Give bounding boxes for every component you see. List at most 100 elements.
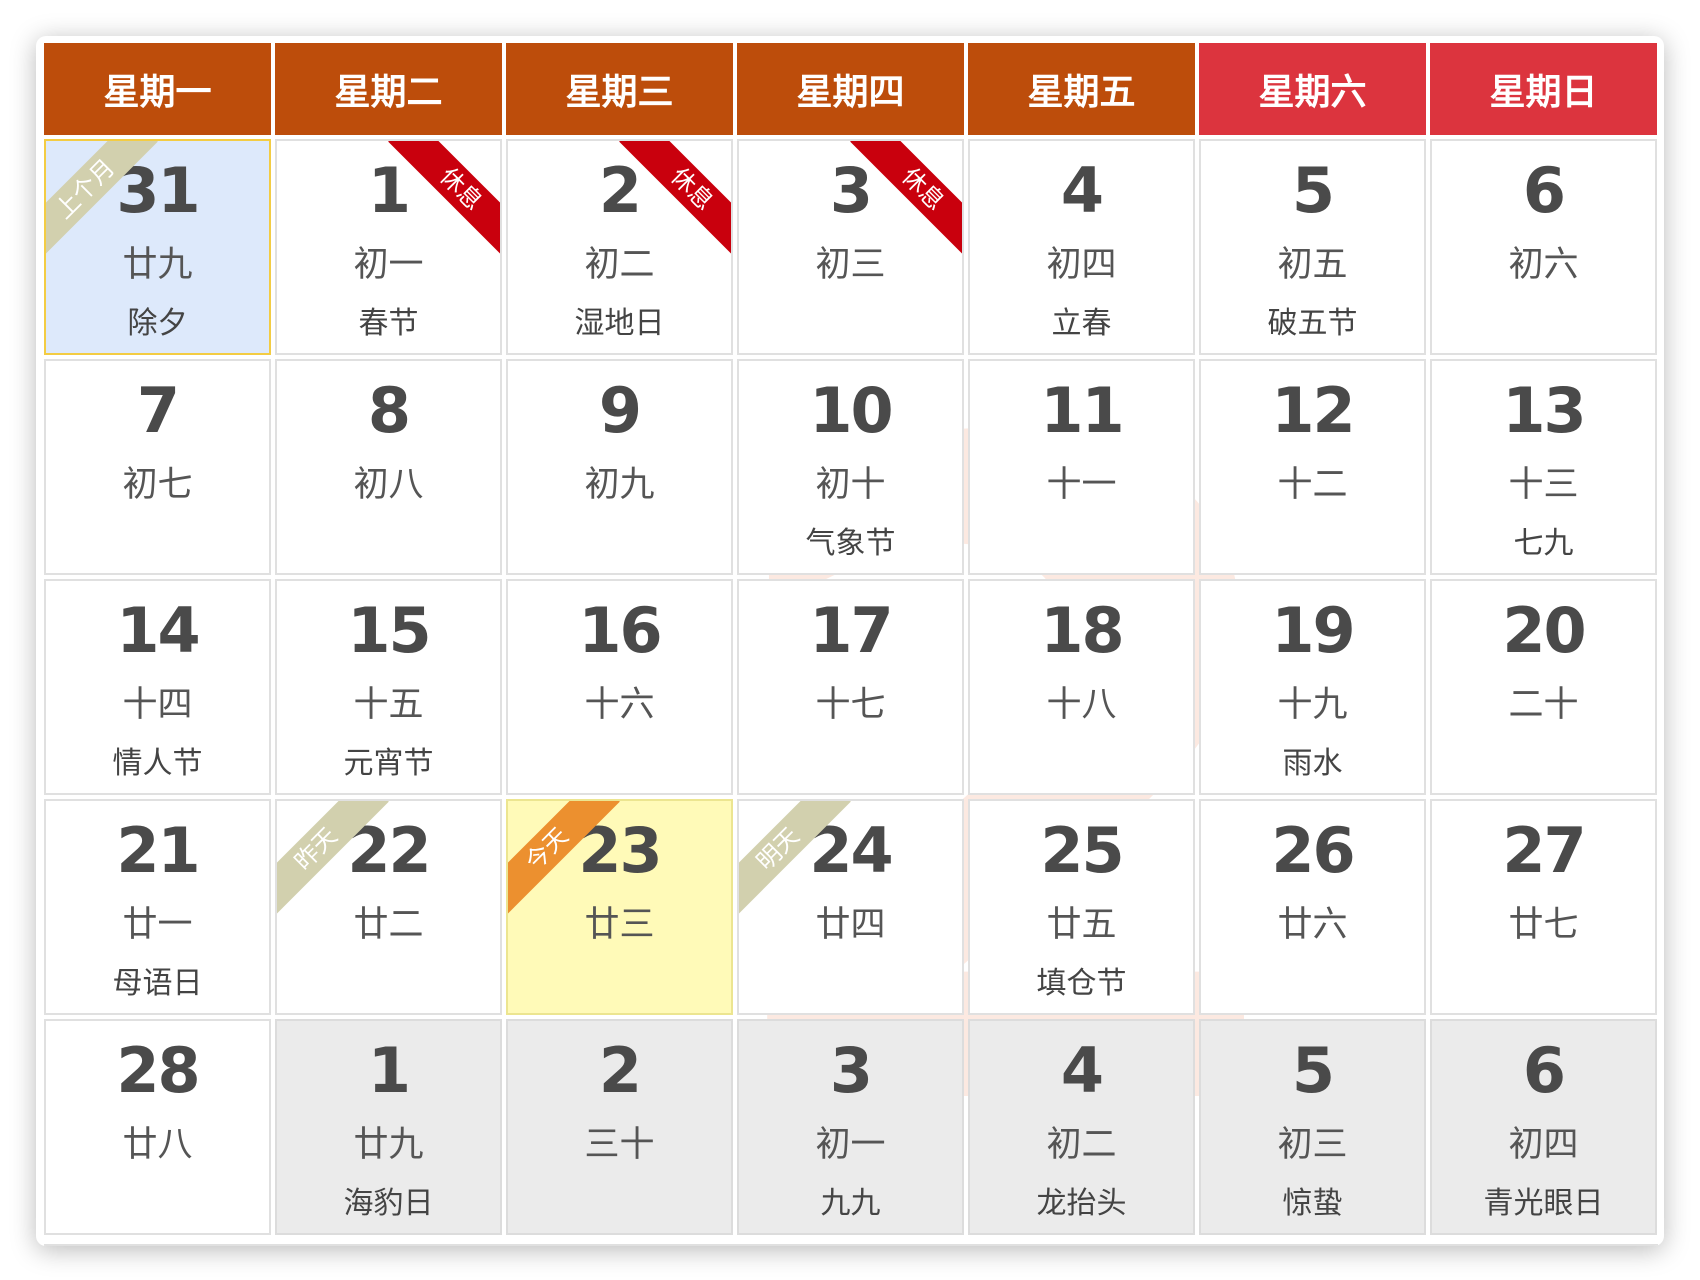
lunar-date: 十二 [1277, 465, 1348, 505]
day-cell[interactable]: 26 廿六 [1199, 799, 1426, 1015]
lunar-date: 初三 [815, 245, 886, 285]
lunar-date: 廿五 [1046, 905, 1117, 945]
day-cell[interactable]: 20 二十 [1430, 579, 1657, 795]
lunar-date: 十七 [815, 685, 886, 725]
day-number: 8 [367, 374, 411, 447]
day-cell[interactable]: 28 廿八 [44, 1019, 271, 1235]
day-number: 2 [598, 1034, 642, 1107]
day-cell[interactable]: 4 初四 立春 [968, 139, 1195, 355]
lunar-date: 廿七 [1508, 905, 1579, 945]
lunar-date: 初九 [584, 465, 655, 505]
day-number: 9 [598, 374, 642, 447]
day-cell[interactable]: 13 十三 七九 [1430, 359, 1657, 575]
day-number: 14 [116, 594, 200, 667]
lunar-date: 初五 [1277, 245, 1348, 285]
lunar-date: 廿三 [584, 905, 655, 945]
day-number: 12 [1271, 374, 1355, 447]
day-number: 10 [809, 374, 893, 447]
lunar-date: 十八 [1046, 685, 1117, 725]
lunar-date: 十一 [1046, 465, 1117, 505]
weekday-header: 星期一 星期二 星期三 星期四 星期五 星期六 星期日 [44, 43, 1657, 135]
festival-label: 气象节 [805, 526, 896, 561]
day-cell[interactable]: 25 廿五填仓节 [968, 799, 1195, 1015]
day-cell[interactable]: 14 十四 情人节 [44, 579, 271, 795]
lunar-date: 廿九 [122, 245, 193, 285]
day-cell[interactable]: 1 廿九 海豹日 [275, 1019, 502, 1235]
day-cell[interactable]: 3 初三 休息 [737, 139, 964, 355]
day-cell[interactable]: 22 廿二 昨天 [275, 799, 502, 1015]
day-cell[interactable]: 3 初一 九九 [737, 1019, 964, 1235]
day-cell[interactable]: 21 廿一 母语日 [44, 799, 271, 1015]
next-row-edge [44, 1244, 1658, 1246]
day-number: 11 [1040, 374, 1124, 447]
festival-label: 填仓节 [1036, 966, 1127, 1001]
lunar-date: 二十 [1508, 685, 1579, 725]
day-number: 18 [1040, 594, 1124, 667]
day-cell[interactable]: 5 初五 破五节 [1199, 139, 1426, 355]
weekday-header-5: 星期五 [968, 43, 1195, 135]
lunar-date: 初三 [1277, 1125, 1348, 1165]
festival-label: 湿地日 [574, 306, 665, 341]
day-number: 28 [116, 1034, 200, 1107]
day-cell[interactable]: 23 廿三 今天 [506, 799, 733, 1015]
day-number: 27 [1502, 814, 1586, 887]
weekday-header-3: 星期三 [506, 43, 733, 135]
day-number: 25 [1040, 814, 1124, 887]
lunar-date: 廿六 [1277, 905, 1348, 945]
day-number: 21 [116, 814, 200, 887]
lunar-date: 廿八 [122, 1125, 193, 1165]
day-cell[interactable]: 8 初八 [275, 359, 502, 575]
day-cell[interactable]: 2 初二 湿地日 休息 [506, 139, 733, 355]
festival-label: 春节 [358, 306, 419, 341]
day-number: 5 [1291, 1034, 1335, 1107]
day-number: 6 [1522, 154, 1566, 227]
day-number: 7 [136, 374, 180, 447]
day-cell[interactable]: 10 初十气象节 [737, 359, 964, 575]
calendar-card: 2 星期一星期二星期三星期四星期五星期六星期日 31廿九除夕上个月1初一春节休息… [36, 36, 1664, 1246]
day-cell[interactable]: 6 初六 [1430, 139, 1657, 355]
day-cell[interactable]: 6 初四 青光眼日 [1430, 1019, 1657, 1235]
day-cell[interactable]: 15 十五 元宵节 [275, 579, 502, 795]
day-cell[interactable]: 1 初一 春节 休息 [275, 139, 502, 355]
day-cell[interactable]: 4 初二 龙抬头 [968, 1019, 1195, 1235]
day-cell[interactable]: 24 廿四 明天 [737, 799, 964, 1015]
lunar-date: 十三 [1508, 465, 1579, 505]
day-number: 13 [1502, 374, 1586, 447]
lunar-date: 三十 [584, 1125, 655, 1165]
lunar-date: 初八 [353, 465, 424, 505]
day-cell[interactable]: 5 初三惊蛰 [1199, 1019, 1426, 1235]
day-cell[interactable]: 2 三十 [506, 1019, 733, 1235]
lunar-date: 初一 [815, 1125, 886, 1165]
lunar-date: 初十 [815, 465, 886, 505]
lunar-date: 初二 [584, 245, 655, 285]
festival-label: 惊蛰 [1282, 1186, 1343, 1221]
day-cell[interactable]: 9 初九 [506, 359, 733, 575]
lunar-date: 廿九 [353, 1125, 424, 1165]
day-cell[interactable]: 19 十九 雨水 [1199, 579, 1426, 795]
lunar-date: 廿一 [122, 905, 193, 945]
day-cell[interactable]: 16 十六 [506, 579, 733, 795]
festival-label: 龙抬头 [1036, 1186, 1127, 1221]
day-cell[interactable]: 18 十八 [968, 579, 1195, 795]
festival-label: 除夕 [127, 306, 188, 341]
day-cell[interactable]: 12 十二 [1199, 359, 1426, 575]
lunar-date: 十九 [1277, 685, 1348, 725]
day-number: 16 [578, 594, 662, 667]
day-cell[interactable]: 7 初七 [44, 359, 271, 575]
lunar-date: 初六 [1508, 245, 1579, 285]
day-number: 4 [1060, 154, 1104, 227]
weekday-header-1: 星期一 [44, 43, 271, 135]
festival-label: 破五节 [1267, 306, 1358, 341]
day-cell[interactable]: 27 廿七 [1430, 799, 1657, 1015]
weekday-header-4: 星期四 [737, 43, 964, 135]
lunar-date: 初七 [122, 465, 193, 505]
day-cell[interactable]: 11 十一 [968, 359, 1195, 575]
lunar-date: 初二 [1046, 1125, 1117, 1165]
day-cell[interactable]: 31 廿九 除夕 上个月 [44, 139, 271, 355]
day-number: 1 [367, 1034, 411, 1107]
lunar-date: 十四 [122, 685, 193, 725]
calendar-grid: 31 廿九 除夕 上个月 1 初一 春节 休息 2 初二 湿地日 休息 3 初三 休息 4 初四 立春 5 初五 破五节… [44, 139, 1657, 1235]
day-cell[interactable]: 17 十七 [737, 579, 964, 795]
day-number: 15 [347, 594, 431, 667]
lunar-date: 初四 [1046, 245, 1117, 285]
